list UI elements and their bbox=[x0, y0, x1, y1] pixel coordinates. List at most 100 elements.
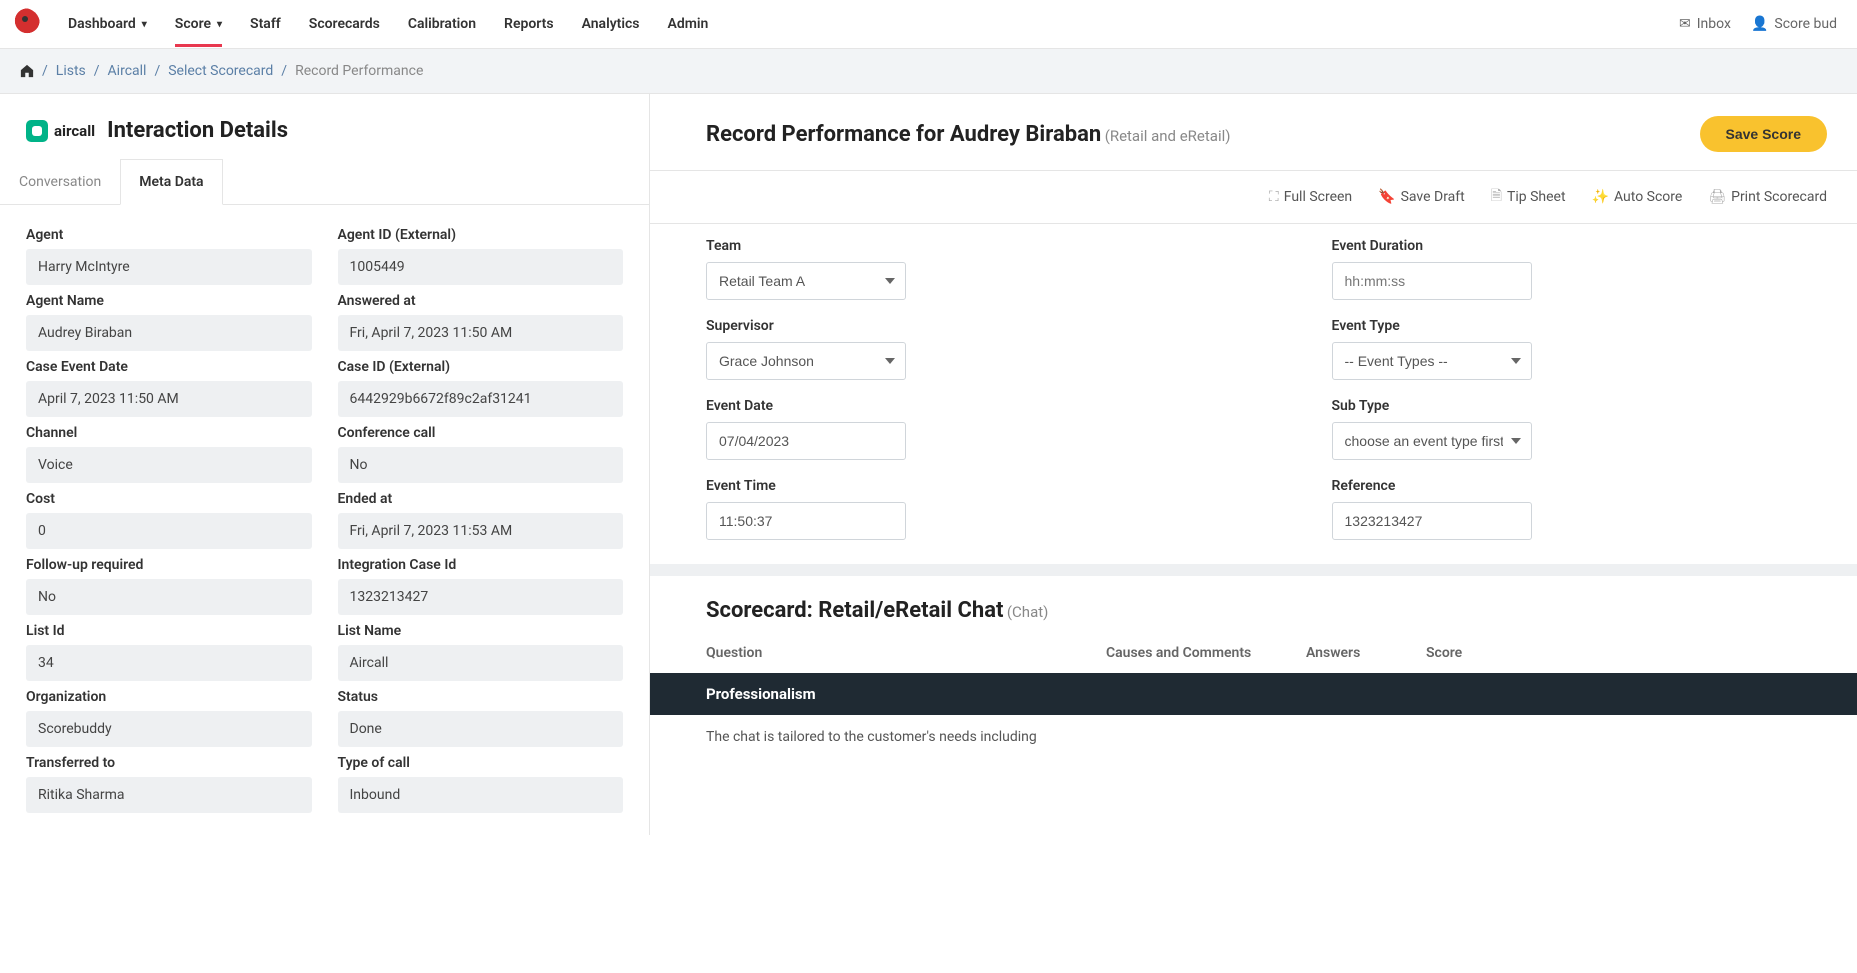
col-answers: Answers bbox=[1306, 645, 1426, 661]
save-draft-button[interactable]: 🔖Save Draft bbox=[1378, 185, 1465, 209]
meta-label: Status bbox=[338, 689, 624, 705]
inbox-link[interactable]: ✉Inbox bbox=[1679, 16, 1731, 32]
team-label: Team bbox=[706, 238, 1202, 254]
meta-value: Fri, April 7, 2023 11:53 AM bbox=[338, 513, 624, 549]
breadcrumb-aircall[interactable]: Aircall bbox=[108, 63, 147, 79]
mail-icon: ✉ bbox=[1679, 16, 1691, 32]
tab-metadata[interactable]: Meta Data bbox=[120, 159, 222, 205]
meta-value: Aircall bbox=[338, 645, 624, 681]
company-logo[interactable] bbox=[8, 8, 40, 40]
event-time-input[interactable] bbox=[706, 502, 906, 540]
meta-value: Audrey Biraban bbox=[26, 315, 312, 351]
event-type-select[interactable]: -- Event Types -- bbox=[1332, 342, 1532, 380]
aircall-brand: aircall bbox=[26, 120, 95, 142]
breadcrumb-select-scorecard[interactable]: Select Scorecard bbox=[168, 63, 273, 79]
breadcrumb-lists[interactable]: Lists bbox=[56, 63, 86, 79]
supervisor-select[interactable]: Grace Johnson bbox=[706, 342, 906, 380]
meta-label: Channel bbox=[26, 425, 312, 441]
meta-label: Cost bbox=[26, 491, 312, 507]
meta-label: List Id bbox=[26, 623, 312, 639]
col-causes: Causes and Comments bbox=[1106, 645, 1306, 661]
right-header: Record Performance for Audrey Biraban (R… bbox=[650, 94, 1857, 171]
event-date-label: Event Date bbox=[706, 398, 1202, 414]
scorecard-sub: (Chat) bbox=[1007, 603, 1048, 621]
meta-value: 1005449 bbox=[338, 249, 624, 285]
meta-value: 0 bbox=[26, 513, 312, 549]
team-select[interactable]: Retail Team A bbox=[706, 262, 906, 300]
user-icon: 👤 bbox=[1751, 16, 1768, 32]
tabs: Conversation Meta Data bbox=[0, 159, 649, 205]
left-panel: aircall Interaction Details Conversation… bbox=[0, 94, 650, 835]
meta-field: List Id 34 bbox=[26, 623, 312, 681]
meta-label: Agent ID (External) bbox=[338, 227, 624, 243]
aircall-icon bbox=[26, 120, 48, 142]
meta-field: Ended atFri, April 7, 2023 11:53 AM bbox=[338, 491, 624, 549]
interaction-details-title: Interaction Details bbox=[107, 118, 288, 143]
meta-value: Ritika Sharma bbox=[26, 777, 312, 813]
meta-label: Agent bbox=[26, 227, 312, 243]
left-header: aircall Interaction Details bbox=[0, 94, 649, 159]
nav-calibration[interactable]: Calibration bbox=[408, 2, 476, 46]
meta-value: Scorebuddy bbox=[26, 711, 312, 747]
nav-admin[interactable]: Admin bbox=[668, 2, 709, 46]
reference-label: Reference bbox=[1332, 478, 1828, 494]
tab-conversation[interactable]: Conversation bbox=[0, 159, 120, 204]
meta-label: Organization bbox=[26, 689, 312, 705]
nav-score[interactable]: Score▾ bbox=[175, 2, 222, 46]
meta-label: Case Event Date bbox=[26, 359, 312, 375]
sub-type-select[interactable]: choose an event type first bbox=[1332, 422, 1532, 460]
main: aircall Interaction Details Conversation… bbox=[0, 93, 1857, 835]
meta-label: Integration Case Id bbox=[338, 557, 624, 573]
meta-label: List Name bbox=[338, 623, 624, 639]
print-scorecard-button[interactable]: 🖨Print Scorecard bbox=[1708, 185, 1827, 209]
event-duration-label: Event Duration bbox=[1332, 238, 1828, 254]
print-icon: 🖨 bbox=[1708, 189, 1726, 205]
meta-field: List Name Aircall bbox=[338, 623, 624, 681]
section-row: Professionalism bbox=[650, 673, 1857, 715]
meta-value: Done bbox=[338, 711, 624, 747]
caret-icon: ▾ bbox=[142, 19, 147, 30]
meta-value: Inbound bbox=[338, 777, 624, 813]
event-date-input[interactable] bbox=[706, 422, 906, 460]
auto-score-button[interactable]: ✨Auto Score bbox=[1592, 185, 1683, 209]
meta-value: April 7, 2023 11:50 AM bbox=[26, 381, 312, 417]
reference-input[interactable] bbox=[1332, 502, 1532, 540]
meta-field: Follow-up required No bbox=[26, 557, 312, 615]
meta-label: Case ID (External) bbox=[338, 359, 624, 375]
meta-label: Answered at bbox=[338, 293, 624, 309]
nav-scorecards[interactable]: Scorecards bbox=[309, 2, 380, 46]
meta-label: Type of call bbox=[338, 755, 624, 771]
meta-value: No bbox=[26, 579, 312, 615]
expand-icon: ⛶ bbox=[1269, 189, 1279, 205]
nav-reports[interactable]: Reports bbox=[504, 2, 554, 46]
meta-value: 34 bbox=[26, 645, 312, 681]
meta-field: Transferred toRitika Sharma bbox=[26, 755, 312, 813]
nav-items: Dashboard▾ Score▾ Staff Scorecards Calib… bbox=[68, 2, 1679, 46]
meta-label: Conference call bbox=[338, 425, 624, 441]
save-score-button[interactable]: Save Score bbox=[1700, 116, 1828, 152]
nav-right: ✉Inbox 👤Score bud bbox=[1679, 16, 1837, 32]
breadcrumb: / Lists / Aircall / Select Scorecard / R… bbox=[0, 49, 1857, 93]
full-screen-button[interactable]: ⛶Full Screen bbox=[1269, 185, 1352, 209]
sub-type-label: Sub Type bbox=[1332, 398, 1828, 414]
meta-label: Agent Name bbox=[26, 293, 312, 309]
nav-analytics[interactable]: Analytics bbox=[582, 2, 640, 46]
meta-label: Follow-up required bbox=[26, 557, 312, 573]
toolbar: ⛶Full Screen 🔖Save Draft 🗎Tip Sheet ✨Aut… bbox=[650, 171, 1857, 224]
meta-value: No bbox=[338, 447, 624, 483]
question-row: The chat is tailored to the customer's n… bbox=[650, 715, 1857, 745]
home-icon[interactable] bbox=[20, 64, 34, 78]
event-duration-input[interactable] bbox=[1332, 262, 1532, 300]
meta-field: Answered atFri, April 7, 2023 11:50 AM bbox=[338, 293, 624, 351]
record-subtitle: (Retail and eRetail) bbox=[1105, 127, 1231, 145]
table-head: Question Causes and Comments Answers Sco… bbox=[650, 633, 1857, 673]
bookmark-icon: 🔖 bbox=[1378, 189, 1395, 205]
record-title: Record Performance for Audrey Biraban bbox=[706, 122, 1101, 147]
tip-sheet-button[interactable]: 🗎Tip Sheet bbox=[1491, 185, 1566, 209]
meta-field: Case Event Date April 7, 2023 11:50 AM bbox=[26, 359, 312, 417]
user-menu[interactable]: 👤Score bud bbox=[1751, 16, 1837, 32]
supervisor-label: Supervisor bbox=[706, 318, 1202, 334]
event-type-label: Event Type bbox=[1332, 318, 1828, 334]
nav-staff[interactable]: Staff bbox=[250, 2, 281, 46]
nav-dashboard[interactable]: Dashboard▾ bbox=[68, 2, 147, 46]
